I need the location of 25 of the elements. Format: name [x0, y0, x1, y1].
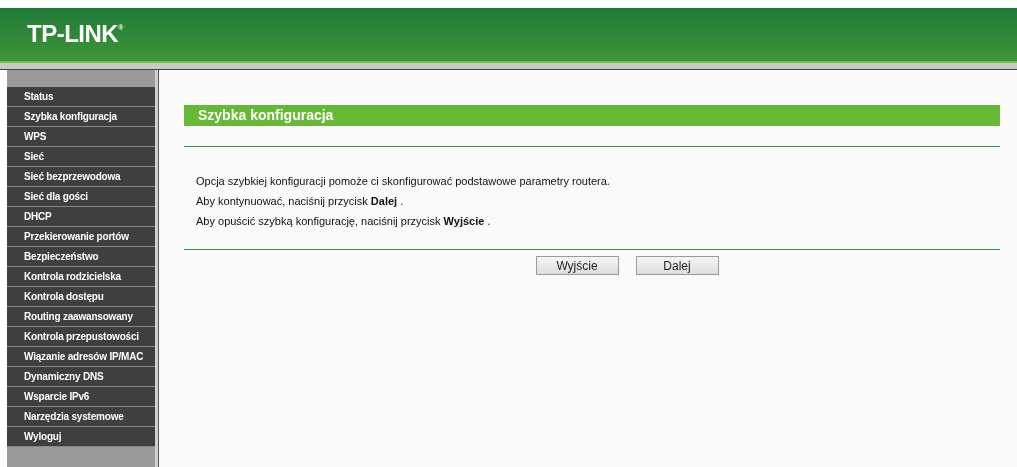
instruction-text: Aby opuścić szybką konfigurację, naciśnij przycisk Wyjście . — [196, 215, 492, 227]
instruction-text: Aby kontynuować, naciśnij przycisk Dalej . — [196, 195, 405, 207]
sidebar-item[interactable]: Sieć — [7, 147, 155, 167]
action-button[interactable]: Wyjście — [535, 256, 619, 275]
sidebar-item[interactable]: Status — [7, 87, 155, 107]
sidebar-item[interactable]: Bezpieczeństwo — [7, 247, 155, 267]
action-button[interactable]: Dalej — [635, 256, 719, 275]
sidebar-item[interactable]: Routing zaawansowany — [7, 307, 155, 327]
sidebar-item[interactable]: DHCP — [7, 207, 155, 227]
sidebar-item[interactable]: Kontrola rodzicielska — [7, 267, 155, 287]
sidebar-item[interactable]: Dynamiczny DNS — [7, 367, 155, 387]
sidebar-item[interactable]: Kontrola przepustowości — [7, 327, 155, 347]
sidebar-item[interactable]: Wyloguj — [7, 427, 155, 447]
sidebar-item[interactable]: Sieć bezprzewodowa — [7, 167, 155, 187]
instruction-text: Opcja szybkiej konfiguracji pomoże ci skonfigurować podstawowe parametry routera. — [196, 175, 611, 187]
sidebar-item[interactable]: Narzędzia systemowe — [7, 407, 155, 427]
sidebar-item[interactable]: WPS — [7, 127, 155, 147]
sidebar-item[interactable]: Szybka konfiguracja — [7, 107, 155, 127]
sidebar-item[interactable]: Sieć dla gości — [7, 187, 155, 207]
sidebar-item[interactable]: Kontrola dostępu — [7, 287, 155, 307]
logo: TP-LINK$^{®}$ — [27, 22, 123, 46]
sidebar-item[interactable]: Wsparcie IPv6 — [7, 387, 155, 407]
sidebar-item[interactable]: Wiązanie adresów IP/MAC — [7, 347, 155, 367]
sidebar-item[interactable]: Przekierowanie portów — [7, 227, 155, 247]
section-title: Szybka konfiguracja — [184, 105, 1000, 126]
